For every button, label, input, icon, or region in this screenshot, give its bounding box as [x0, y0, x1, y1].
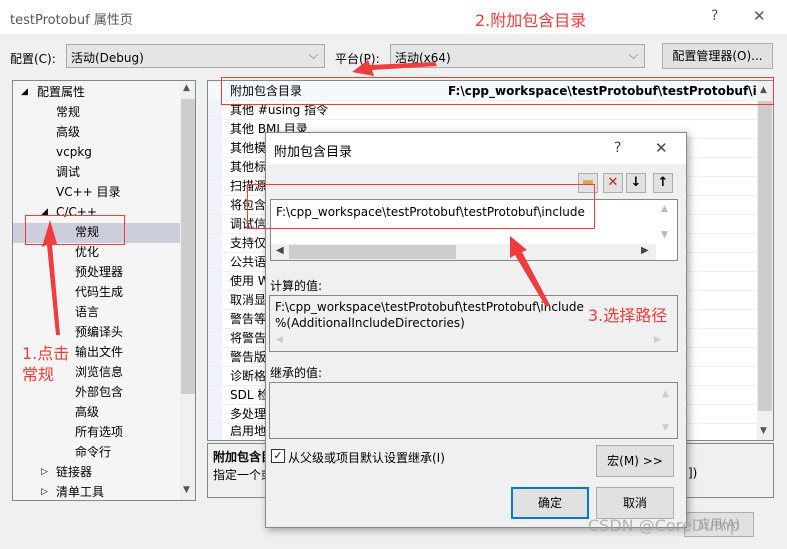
arrow-step1 — [42, 220, 60, 335]
annotation-step2: 2.附加包含目录 — [475, 11, 587, 30]
arrow-step2 — [352, 60, 437, 76]
annotation-arrows — [42, 60, 550, 335]
annotation-step3: 3.选择路径 — [588, 306, 668, 325]
annotation-step1-b: 常规 — [22, 365, 55, 384]
watermark: CSDN @CoreDump — [588, 516, 740, 535]
arrow-step3 — [510, 236, 550, 307]
